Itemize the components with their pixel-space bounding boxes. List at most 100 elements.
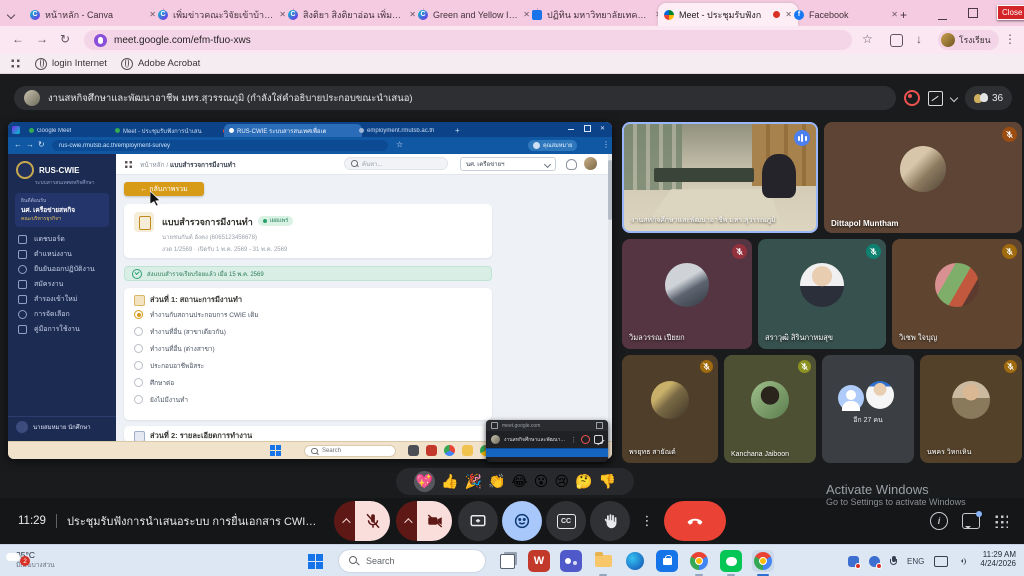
network-filter-select[interactable]: นศ. เครือข่ายฯ — [460, 157, 556, 171]
sidebar-user-footer[interactable]: นายสมหมาย นักศึกษา — [8, 416, 116, 437]
sidebar-item-apply[interactable]: สมัครงาน — [8, 277, 116, 292]
bookmark-item[interactable]: login Internet — [35, 58, 107, 70]
new-tab-button[interactable]: + — [894, 3, 922, 26]
window-maximize-button[interactable] — [584, 125, 591, 134]
browser-menu-icon[interactable]: ⋮ — [1004, 32, 1016, 46]
menu-grid-icon[interactable] — [124, 160, 133, 169]
radio-icon[interactable] — [134, 327, 143, 336]
tray-speaker-icon[interactable] — [958, 557, 967, 566]
task-view-icon[interactable] — [408, 445, 419, 456]
leave-call-button[interactable] — [664, 501, 726, 541]
forward-icon[interactable]: → — [36, 32, 48, 46]
line-button[interactable] — [720, 550, 742, 572]
teams-button[interactable] — [560, 550, 582, 572]
sidebar-item-reserve[interactable]: สำรองเข้าใหม่ — [8, 292, 116, 307]
radio-selected-icon[interactable] — [134, 310, 143, 319]
tray-recorder-icon[interactable] — [848, 556, 859, 567]
window-minimize-button[interactable] — [938, 12, 947, 23]
reaction-cry[interactable]: 😢 — [554, 474, 569, 490]
option-row[interactable]: ทำงานกับสถานประกอบการ CWIE เดิม — [134, 306, 482, 323]
radio-icon[interactable] — [134, 361, 143, 370]
participant-tile[interactable]: Dittapol Muntham — [824, 122, 1022, 233]
profile-chip[interactable]: โรงเรียน — [938, 30, 999, 50]
edge-button[interactable] — [624, 550, 646, 572]
camera-toggle-button[interactable] — [417, 501, 452, 541]
start-button[interactable] — [308, 554, 323, 569]
radio-icon[interactable] — [134, 344, 143, 353]
more-options-button[interactable]: ⋮ — [634, 501, 660, 541]
browser-tab[interactable]: C Green and Yellow Illust ✕ — [412, 3, 536, 26]
file-explorer-button[interactable] — [592, 550, 614, 572]
reaction-think[interactable]: 🤔 — [575, 474, 592, 490]
bookmark-star-icon[interactable]: ☆ — [396, 140, 403, 149]
browser-tab-active[interactable]: Meet - ประชุมรับฟังก ✕ — [658, 3, 798, 26]
window-maximize-button[interactable] — [968, 8, 978, 21]
new-tab-button[interactable]: + — [450, 124, 470, 137]
mic-toggle-button[interactable] — [355, 501, 390, 541]
forward-icon[interactable]: → — [26, 140, 34, 149]
menu-dots-icon[interactable]: ⋮ — [570, 436, 577, 444]
chrome-icon[interactable] — [444, 445, 455, 456]
back-icon[interactable]: ← — [12, 32, 24, 46]
radio-icon[interactable] — [134, 378, 143, 387]
sidebar-item-dashboard[interactable]: แดชบอร์ด — [8, 232, 116, 247]
apps-grid-icon[interactable] — [994, 514, 1008, 528]
bookmark-item[interactable]: Adobe Acrobat — [121, 58, 200, 70]
participant-count-chip[interactable]: 36 — [965, 86, 1012, 110]
sidebar-item-confirm[interactable]: ยืนยันออกปฏิบัติงาน — [8, 262, 116, 277]
raise-hand-button[interactable] — [590, 501, 630, 541]
app-search-input[interactable]: ค้นหา... — [344, 157, 448, 170]
option-row[interactable]: ทำงานที่อื่น (ต่างสาขา) — [134, 340, 482, 357]
bell-icon[interactable] — [566, 159, 577, 170]
participant-tile[interactable]: วิเชพ ใจบุญ — [892, 239, 1022, 349]
apps-grid-icon[interactable] — [10, 58, 21, 69]
sidebar-item-jobs[interactable]: ตำแหน่งงาน — [8, 247, 116, 262]
browser-tab[interactable]: ปฏิทิน มหาวิทยาลัยเทคโนโ ✕ — [526, 3, 668, 26]
participant-tile[interactable]: Kanchana Jaiboon — [724, 355, 816, 463]
back-icon[interactable]: ← — [14, 140, 22, 149]
reaction-thumbs-down[interactable]: 👎 — [598, 474, 615, 490]
option-row[interactable]: ประกอบอาชีพอิสระ — [134, 357, 482, 374]
sidebar-item-manual[interactable]: คู่มือการใช้งาน — [8, 322, 116, 337]
store-button[interactable] — [656, 550, 678, 572]
info-icon[interactable]: i — [930, 512, 948, 530]
option-row[interactable]: ยังไม่มีงานทำ — [134, 391, 482, 408]
inner-profile-chip[interactable]: คุณสมหมาย — [528, 140, 577, 151]
site-info-icon[interactable] — [94, 34, 107, 47]
overflow-tile[interactable]: อีก 27 คน — [822, 355, 914, 463]
reaction-thumbs-up[interactable]: 👍 — [441, 474, 458, 490]
window-maximize-button[interactable] — [596, 422, 603, 429]
inner-tab-active[interactable]: RUS-CWIE ระบบสารสนเทศเพื่อเต — [224, 124, 362, 137]
chrome-profile-button[interactable] — [752, 550, 774, 572]
reload-icon[interactable]: ↻ — [38, 140, 45, 149]
chrome-button[interactable] — [688, 550, 710, 572]
inner-tab[interactable]: Meet - ประชุมรับฟังการนำเสน — [110, 124, 232, 137]
tray-meet-icon[interactable] — [869, 556, 880, 567]
reaction-surprise[interactable]: 😮 — [534, 474, 549, 490]
browser-tab[interactable]: f Facebook ✕ — [788, 3, 904, 26]
inner-tab[interactable]: employment.rmutsb.ac.th — [354, 124, 456, 137]
tray-display-icon[interactable] — [934, 556, 948, 567]
reaction-heart[interactable]: 💖 — [414, 471, 435, 492]
start-button-icon[interactable] — [270, 445, 281, 456]
browser-tab[interactable]: C สิงติยา สิงติยาอ่อน เพิ่มสไล ✕ — [282, 3, 422, 26]
participant-tile[interactable]: สราวุฒิ สิรินกาหมสุข — [758, 239, 886, 349]
reaction-laugh[interactable]: 😂 — [511, 474, 527, 490]
option-row[interactable]: ศึกษาต่อ — [134, 374, 482, 391]
task-view-button[interactable] — [496, 550, 518, 572]
file-explorer-icon[interactable] — [462, 445, 473, 456]
annotation-icon[interactable] — [928, 91, 943, 106]
reaction-party[interactable]: 🎉 — [465, 474, 482, 490]
taskbar-clock[interactable]: 11:29 AM 4/24/2026 — [968, 550, 1016, 568]
captions-button[interactable]: CC — [546, 501, 586, 541]
radio-icon[interactable] — [134, 395, 143, 404]
download-icon[interactable]: ↓ — [916, 32, 922, 46]
browser-tab[interactable]: C หน้าหลัก - Canva ✕ — [24, 3, 162, 26]
option-row[interactable]: ทำงานที่อื่น (สาขาเดียวกัน) — [134, 323, 482, 340]
sidebar-item-selection[interactable]: การจัดเลือก — [8, 307, 116, 322]
wps-icon[interactable] — [426, 445, 437, 456]
participant-tile-camera[interactable]: งานสหกิจศึกษาและพัฒนาอาชีพ มทร.สุวรรณภูม… — [622, 122, 818, 233]
inner-search[interactable]: Search — [304, 445, 396, 457]
screen-share-window[interactable]: Google Meet Meet - ประชุมรับฟังการนำเสน … — [8, 122, 612, 459]
chevron-down-icon[interactable] — [950, 94, 958, 102]
